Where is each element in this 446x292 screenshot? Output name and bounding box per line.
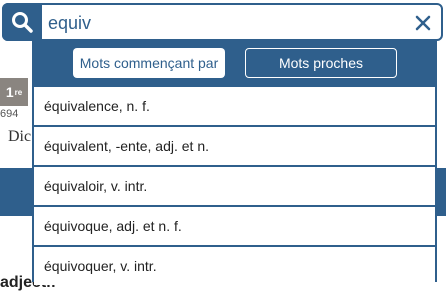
close-icon [415,15,431,31]
text-fragment: Dic [8,128,32,145]
tab-similar-words[interactable]: Mots proches [245,48,397,78]
search-input[interactable] [46,9,390,37]
result-item[interactable]: équivoque, adj. et n. f. [34,207,435,245]
results-list: équivalence, n. f. équivalent, -ente, ad… [34,87,435,287]
edition-suffix: re [14,87,23,97]
clear-search-button[interactable] [411,11,435,35]
year-fragment: 694 [0,108,19,120]
result-item[interactable]: équivalent, -ente, adj. et n. [34,127,435,165]
edition-badge: 1 re [0,78,28,106]
autocomplete-dropdown: Mots commençant par Mots proches équival… [32,40,437,285]
edition-number: 1 [5,84,14,100]
result-item[interactable]: équivoquer, v. intr. [34,247,435,285]
search-bar [2,3,443,41]
tab-starts-with[interactable]: Mots commençant par [73,48,225,78]
result-item[interactable]: équivaloir, v. intr. [34,167,435,205]
result-item[interactable]: équivalence, n. f. [34,87,435,125]
search-icon [12,12,33,33]
search-button[interactable] [2,3,42,41]
